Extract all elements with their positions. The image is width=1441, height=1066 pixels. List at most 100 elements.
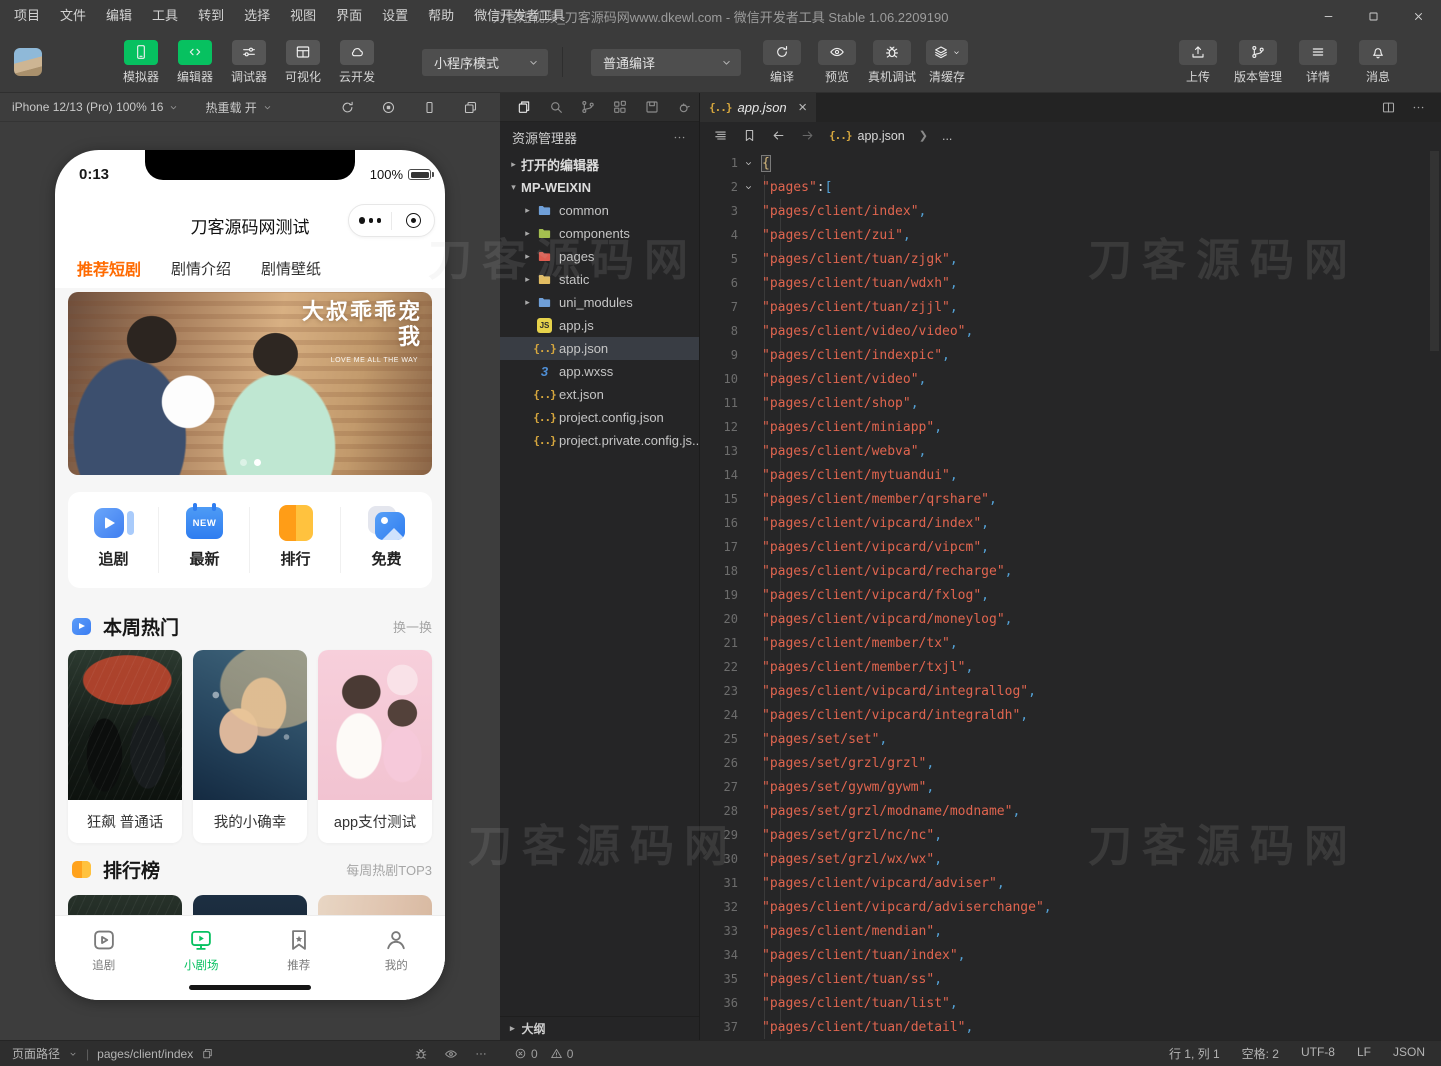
save-icon[interactable] [644,99,660,115]
toolbar-button-模拟器[interactable]: 模拟器 [118,40,164,85]
status-item[interactable]: UTF-8 [1301,1045,1335,1062]
fold-icon[interactable] [738,182,759,193]
phone-tab-剧情介绍[interactable]: 剧情介绍 [171,258,231,279]
arrow-left-icon[interactable] [771,128,786,143]
close-icon[interactable]: × [798,100,807,115]
kettle-icon[interactable] [676,99,692,115]
tree-item-app.js[interactable]: JSapp.js [500,314,699,337]
copy-icon[interactable] [201,1047,214,1060]
arrow-right-icon[interactable] [800,128,815,143]
bug-icon[interactable] [414,1047,428,1061]
tabbar-item-追剧[interactable]: 追剧 [55,927,153,1000]
fold-icon[interactable] [738,158,759,169]
menu-item[interactable]: 转到 [188,0,234,32]
menu-item[interactable]: 微信开发者工具 [464,0,575,32]
action-版本管理[interactable]: 版本管理 [1233,40,1283,85]
tree-item-app.wxss[interactable]: 3app.wxss [500,360,699,383]
menu-item[interactable]: 项目 [4,0,50,32]
drama-card[interactable]: app支付测试 [318,650,432,843]
editor-scrollbar[interactable] [1430,151,1439,351]
status-item[interactable]: 行 1, 列 1 [1169,1045,1220,1062]
device-selector[interactable]: iPhone 12/13 (Pro) 100% 16 [12,100,179,114]
more-icon[interactable] [672,130,687,145]
shuffle-link[interactable]: 换一换 [393,617,432,636]
close-capsule-icon[interactable] [392,213,434,228]
problems-indicator[interactable]: 0 0 [500,1047,700,1061]
menu-item[interactable]: 设置 [372,0,418,32]
tree-item-打开的编辑器[interactable]: ▸打开的编辑器 [500,153,699,176]
banner-carousel[interactable]: 大叔乖乖宠我 LOVE ME ALL THE WAY [68,292,432,475]
tree-item-uni_modules[interactable]: ▸uni_modules [500,291,699,314]
toolbar-button-可视化[interactable]: 可视化 [280,40,326,85]
files-icon[interactable] [516,99,532,115]
more-icon[interactable] [474,1047,488,1061]
record-icon[interactable] [381,100,396,115]
menu-item[interactable]: 选择 [234,0,280,32]
tree-item-common[interactable]: ▸common [500,199,699,222]
quick-entry-最新[interactable]: NEW最新 [159,501,250,579]
tree-item-static[interactable]: ▸static [500,268,699,291]
breadcrumb-more[interactable]: ... [942,129,952,143]
eye-icon[interactable] [444,1047,458,1061]
bookmark-icon[interactable] [742,128,757,143]
more-icon[interactable] [349,217,391,224]
extensions-icon[interactable] [612,99,628,115]
toolbar-button-调试器[interactable]: 调试器 [226,40,272,85]
breadcrumb-file[interactable]: {..} app.json [829,129,905,143]
toolbar-button-编辑器[interactable]: 编辑器 [172,40,218,85]
drama-card[interactable]: 我的小确幸 [193,650,307,843]
action-编译[interactable]: 编译 [757,40,807,85]
toolbar-button-云开发[interactable]: 云开发 [334,40,380,85]
tree-item-MP-WEIXIN[interactable]: ▾MP-WEIXIN [500,176,699,199]
tree-item-project.config.json[interactable]: {..}project.config.json [500,406,699,429]
more-icon[interactable] [1411,100,1426,115]
minimize-icon[interactable] [1306,0,1351,32]
menu-item[interactable]: 视图 [280,0,326,32]
outline-icon[interactable] [713,128,728,143]
action-详情[interactable]: 详情 [1293,40,1343,85]
rotate-icon[interactable] [340,100,355,115]
action-预览[interactable]: 预览 [812,40,862,85]
tree-item-components[interactable]: ▸components [500,222,699,245]
quick-entry-免费[interactable]: 免费 [341,501,432,579]
tree-item-ext.json[interactable]: {..}ext.json [500,383,699,406]
menu-item[interactable]: 编辑 [96,0,142,32]
menu-item[interactable]: 界面 [326,0,372,32]
phone-tab-剧情壁纸[interactable]: 剧情壁纸 [261,258,321,279]
mode-select[interactable]: 小程序模式 [422,49,548,76]
close-icon[interactable] [1396,0,1441,32]
outline-section[interactable]: ▸ 大纲 [500,1016,699,1040]
menu-item[interactable]: 文件 [50,0,96,32]
split-editor-icon[interactable] [1381,100,1396,115]
drama-card-title: 狂飙 普通话 [68,800,182,843]
git-branch-icon[interactable] [580,99,596,115]
code-editor[interactable]: 1{2 "pages": [3 "pages/client/index",4 "… [700,149,1441,1040]
action-真机调试[interactable]: 真机调试 [867,40,917,85]
tabbar-item-我的[interactable]: 我的 [348,927,446,1000]
compile-select[interactable]: 普通编译 [591,49,741,76]
menu-item[interactable]: 帮助 [418,0,464,32]
tree-item-project.private.config.js...[interactable]: {..}project.private.config.js... [500,429,699,452]
hot-reload-toggle[interactable]: 热重载 开 [205,99,272,116]
search-icon[interactable] [548,99,564,115]
status-item[interactable]: 空格: 2 [1242,1045,1279,1062]
code-text: "pages/client/shop", [759,391,1441,415]
action-清缓存[interactable]: 清缓存 [922,40,972,85]
action-上传[interactable]: 上传 [1173,40,1223,85]
maximize-icon[interactable] [1351,0,1396,32]
tab-appjson[interactable]: {..} app.json × [700,93,816,122]
quick-entry-排行[interactable]: 排行 [250,501,341,579]
status-item[interactable]: JSON [1393,1045,1425,1062]
device-icon[interactable] [422,100,437,115]
tree-item-app.json[interactable]: {..}app.json [500,337,699,360]
page-path-label[interactable]: 页面路径 [12,1045,60,1062]
status-item[interactable]: LF [1357,1045,1371,1062]
action-消息[interactable]: 消息 [1353,40,1403,85]
avatar[interactable] [14,48,42,76]
drama-card[interactable]: 狂飙 普通话 [68,650,182,843]
phone-tab-推荐短剧[interactable]: 推荐短剧 [77,256,141,280]
menu-item[interactable]: 工具 [142,0,188,32]
quick-entry-追剧[interactable]: 追剧 [68,501,159,579]
tree-item-pages[interactable]: ▸pages [500,245,699,268]
windows-icon[interactable] [463,100,478,115]
